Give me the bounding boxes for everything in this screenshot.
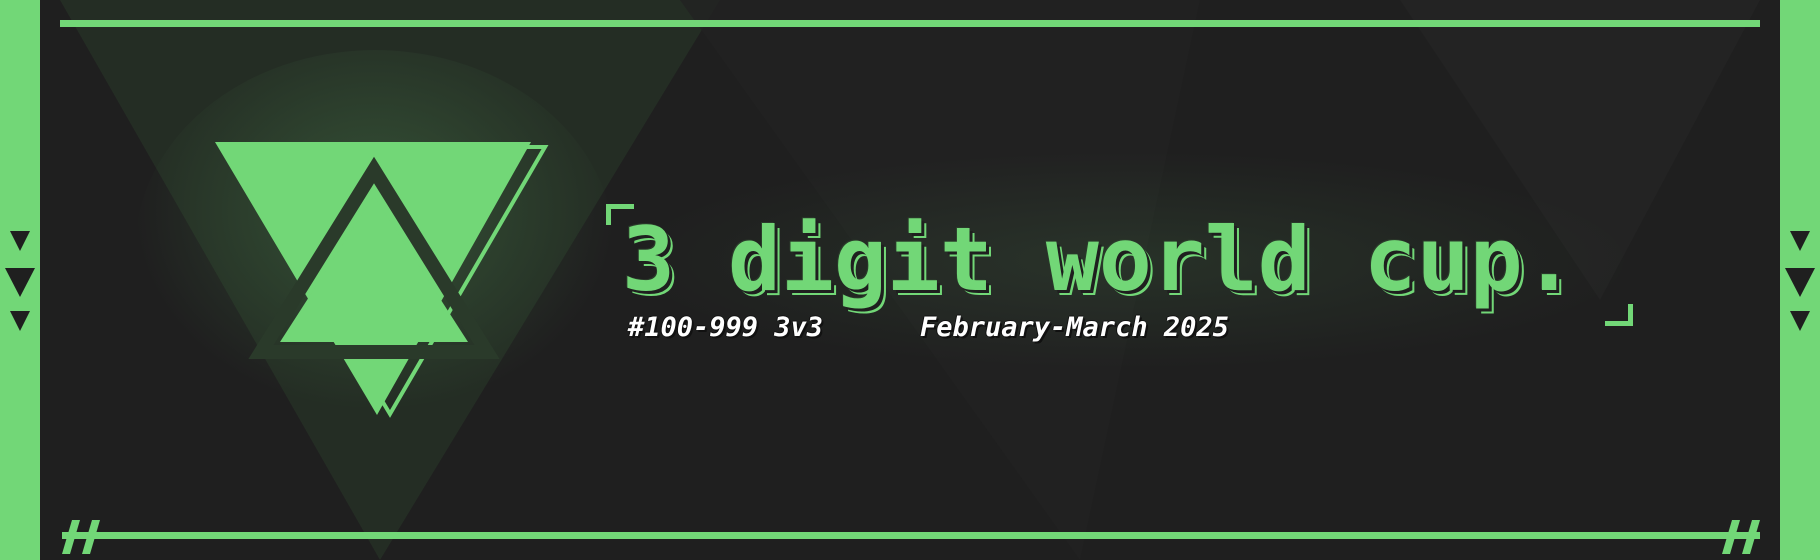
right-triangle-markers-icon bbox=[1785, 231, 1815, 331]
hash-icon-left bbox=[62, 520, 102, 554]
triangle-logo-icon bbox=[215, 142, 549, 418]
banner-title: 3 digit world cup. bbox=[622, 208, 1576, 311]
rank-range-label: #100-999 3v3 bbox=[628, 312, 824, 343]
event-dates-label: February-March 2025 bbox=[920, 312, 1229, 343]
hash-icon-right bbox=[1720, 520, 1760, 554]
left-triangle-markers-icon bbox=[5, 231, 35, 331]
